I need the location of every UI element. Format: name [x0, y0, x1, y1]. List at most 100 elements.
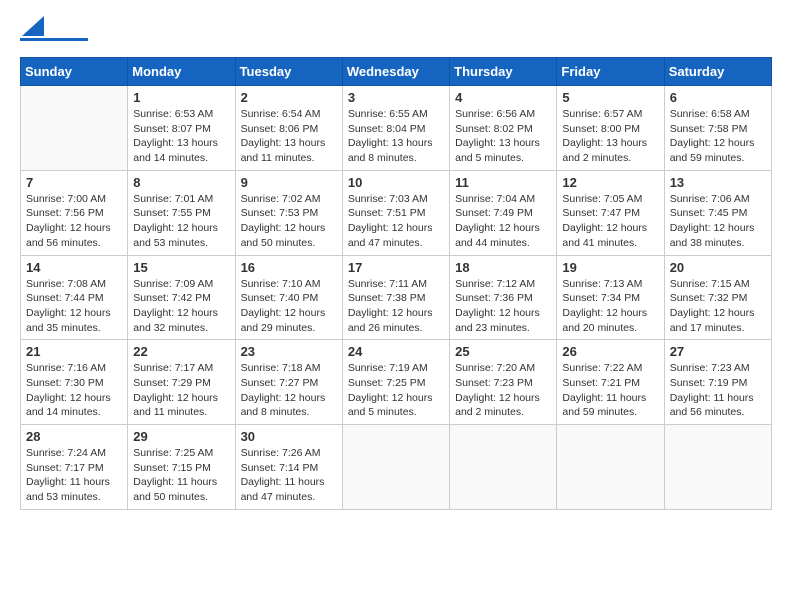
calendar-cell: 16 Sunrise: 7:10 AMSunset: 7:40 PMDayligh… [235, 255, 342, 340]
calendar-cell: 10 Sunrise: 7:03 AMSunset: 7:51 PMDayligh… [342, 170, 449, 255]
calendar-cell: 22 Sunrise: 7:17 AMSunset: 7:29 PMDayligh… [128, 340, 235, 425]
day-info: Sunrise: 7:10 AMSunset: 7:40 PMDaylight:… [241, 277, 337, 336]
day-info: Sunrise: 6:57 AMSunset: 8:00 PMDaylight:… [562, 107, 658, 166]
day-number: 7 [26, 175, 122, 190]
day-info: Sunrise: 7:17 AMSunset: 7:29 PMDaylight:… [133, 361, 229, 420]
day-info: Sunrise: 7:01 AMSunset: 7:55 PMDaylight:… [133, 192, 229, 251]
day-number: 13 [670, 175, 766, 190]
day-info: Sunrise: 7:06 AMSunset: 7:45 PMDaylight:… [670, 192, 766, 251]
day-number: 26 [562, 344, 658, 359]
day-number: 8 [133, 175, 229, 190]
calendar-cell: 19 Sunrise: 7:13 AMSunset: 7:34 PMDayligh… [557, 255, 664, 340]
weekday-header-thursday: Thursday [450, 58, 557, 86]
calendar-cell: 21 Sunrise: 7:16 AMSunset: 7:30 PMDayligh… [21, 340, 128, 425]
calendar-cell: 14 Sunrise: 7:08 AMSunset: 7:44 PMDayligh… [21, 255, 128, 340]
calendar-cell [664, 425, 771, 510]
calendar-cell: 7 Sunrise: 7:00 AMSunset: 7:56 PMDaylight… [21, 170, 128, 255]
day-number: 20 [670, 260, 766, 275]
weekday-header-monday: Monday [128, 58, 235, 86]
day-number: 21 [26, 344, 122, 359]
calendar-cell: 20 Sunrise: 7:15 AMSunset: 7:32 PMDayligh… [664, 255, 771, 340]
calendar-week-row: 1 Sunrise: 6:53 AMSunset: 8:07 PMDaylight… [21, 86, 772, 171]
calendar-cell: 1 Sunrise: 6:53 AMSunset: 8:07 PMDaylight… [128, 86, 235, 171]
day-info: Sunrise: 7:04 AMSunset: 7:49 PMDaylight:… [455, 192, 551, 251]
day-number: 11 [455, 175, 551, 190]
calendar-cell: 8 Sunrise: 7:01 AMSunset: 7:55 PMDaylight… [128, 170, 235, 255]
day-number: 27 [670, 344, 766, 359]
day-info: Sunrise: 7:19 AMSunset: 7:25 PMDaylight:… [348, 361, 444, 420]
calendar-cell: 13 Sunrise: 7:06 AMSunset: 7:45 PMDayligh… [664, 170, 771, 255]
day-number: 1 [133, 90, 229, 105]
day-number: 23 [241, 344, 337, 359]
calendar-cell: 27 Sunrise: 7:23 AMSunset: 7:19 PMDayligh… [664, 340, 771, 425]
day-info: Sunrise: 7:13 AMSunset: 7:34 PMDaylight:… [562, 277, 658, 336]
day-number: 30 [241, 429, 337, 444]
calendar-cell: 6 Sunrise: 6:58 AMSunset: 7:58 PMDaylight… [664, 86, 771, 171]
page-header [20, 20, 772, 41]
day-number: 17 [348, 260, 444, 275]
day-info: Sunrise: 7:15 AMSunset: 7:32 PMDaylight:… [670, 277, 766, 336]
day-number: 10 [348, 175, 444, 190]
weekday-header-friday: Friday [557, 58, 664, 86]
day-number: 28 [26, 429, 122, 444]
day-number: 9 [241, 175, 337, 190]
calendar-week-row: 28 Sunrise: 7:24 AMSunset: 7:17 PMDayligh… [21, 425, 772, 510]
day-number: 19 [562, 260, 658, 275]
day-info: Sunrise: 7:26 AMSunset: 7:14 PMDaylight:… [241, 446, 337, 505]
weekday-header-wednesday: Wednesday [342, 58, 449, 86]
calendar-cell: 12 Sunrise: 7:05 AMSunset: 7:47 PMDayligh… [557, 170, 664, 255]
day-number: 22 [133, 344, 229, 359]
calendar-cell: 11 Sunrise: 7:04 AMSunset: 7:49 PMDayligh… [450, 170, 557, 255]
calendar-cell: 5 Sunrise: 6:57 AMSunset: 8:00 PMDaylight… [557, 86, 664, 171]
logo-arrow-icon [22, 16, 44, 36]
calendar-cell [557, 425, 664, 510]
day-number: 14 [26, 260, 122, 275]
calendar-cell: 23 Sunrise: 7:18 AMSunset: 7:27 PMDayligh… [235, 340, 342, 425]
day-info: Sunrise: 7:20 AMSunset: 7:23 PMDaylight:… [455, 361, 551, 420]
day-number: 6 [670, 90, 766, 105]
day-number: 4 [455, 90, 551, 105]
calendar-cell: 25Sunrise: 7:20 AMSunset: 7:23 PMDayligh… [450, 340, 557, 425]
day-info: Sunrise: 7:12 AMSunset: 7:36 PMDaylight:… [455, 277, 551, 336]
day-info: Sunrise: 7:11 AMSunset: 7:38 PMDaylight:… [348, 277, 444, 336]
day-info: Sunrise: 6:58 AMSunset: 7:58 PMDaylight:… [670, 107, 766, 166]
day-info: Sunrise: 7:25 AMSunset: 7:15 PMDaylight:… [133, 446, 229, 505]
day-info: Sunrise: 6:53 AMSunset: 8:07 PMDaylight:… [133, 107, 229, 166]
day-info: Sunrise: 6:54 AMSunset: 8:06 PMDaylight:… [241, 107, 337, 166]
day-info: Sunrise: 7:00 AMSunset: 7:56 PMDaylight:… [26, 192, 122, 251]
weekday-header-tuesday: Tuesday [235, 58, 342, 86]
calendar-table: SundayMondayTuesdayWednesdayThursdayFrid… [20, 57, 772, 510]
day-info: Sunrise: 7:02 AMSunset: 7:53 PMDaylight:… [241, 192, 337, 251]
calendar-cell [21, 86, 128, 171]
calendar-cell [342, 425, 449, 510]
day-number: 12 [562, 175, 658, 190]
weekday-header-row: SundayMondayTuesdayWednesdayThursdayFrid… [21, 58, 772, 86]
day-info: Sunrise: 7:24 AMSunset: 7:17 PMDaylight:… [26, 446, 122, 505]
day-number: 24 [348, 344, 444, 359]
day-info: Sunrise: 7:18 AMSunset: 7:27 PMDaylight:… [241, 361, 337, 420]
calendar-cell: 29Sunrise: 7:25 AMSunset: 7:15 PMDayligh… [128, 425, 235, 510]
day-number: 16 [241, 260, 337, 275]
day-info: Sunrise: 6:55 AMSunset: 8:04 PMDaylight:… [348, 107, 444, 166]
calendar-cell: 4Sunrise: 6:56 AMSunset: 8:02 PMDaylight… [450, 86, 557, 171]
calendar-week-row: 21 Sunrise: 7:16 AMSunset: 7:30 PMDayligh… [21, 340, 772, 425]
weekday-header-saturday: Saturday [664, 58, 771, 86]
day-info: Sunrise: 7:03 AMSunset: 7:51 PMDaylight:… [348, 192, 444, 251]
day-number: 18 [455, 260, 551, 275]
day-number: 3 [348, 90, 444, 105]
day-number: 15 [133, 260, 229, 275]
calendar-week-row: 7 Sunrise: 7:00 AMSunset: 7:56 PMDaylight… [21, 170, 772, 255]
day-info: Sunrise: 7:05 AMSunset: 7:47 PMDaylight:… [562, 192, 658, 251]
calendar-cell: 17 Sunrise: 7:11 AMSunset: 7:38 PMDayligh… [342, 255, 449, 340]
day-info: Sunrise: 7:23 AMSunset: 7:19 PMDaylight:… [670, 361, 766, 420]
day-info: Sunrise: 7:16 AMSunset: 7:30 PMDaylight:… [26, 361, 122, 420]
weekday-header-sunday: Sunday [21, 58, 128, 86]
calendar-cell: 26Sunrise: 7:22 AMSunset: 7:21 PMDayligh… [557, 340, 664, 425]
calendar-cell: 24 Sunrise: 7:19 AMSunset: 7:25 PMDayligh… [342, 340, 449, 425]
calendar-cell [450, 425, 557, 510]
calendar-cell: 2Sunrise: 6:54 AMSunset: 8:06 PMDaylight… [235, 86, 342, 171]
calendar-cell: 30 Sunrise: 7:26 AMSunset: 7:14 PMDayligh… [235, 425, 342, 510]
day-number: 5 [562, 90, 658, 105]
day-info: Sunrise: 7:08 AMSunset: 7:44 PMDaylight:… [26, 277, 122, 336]
calendar-cell: 3 Sunrise: 6:55 AMSunset: 8:04 PMDaylight… [342, 86, 449, 171]
